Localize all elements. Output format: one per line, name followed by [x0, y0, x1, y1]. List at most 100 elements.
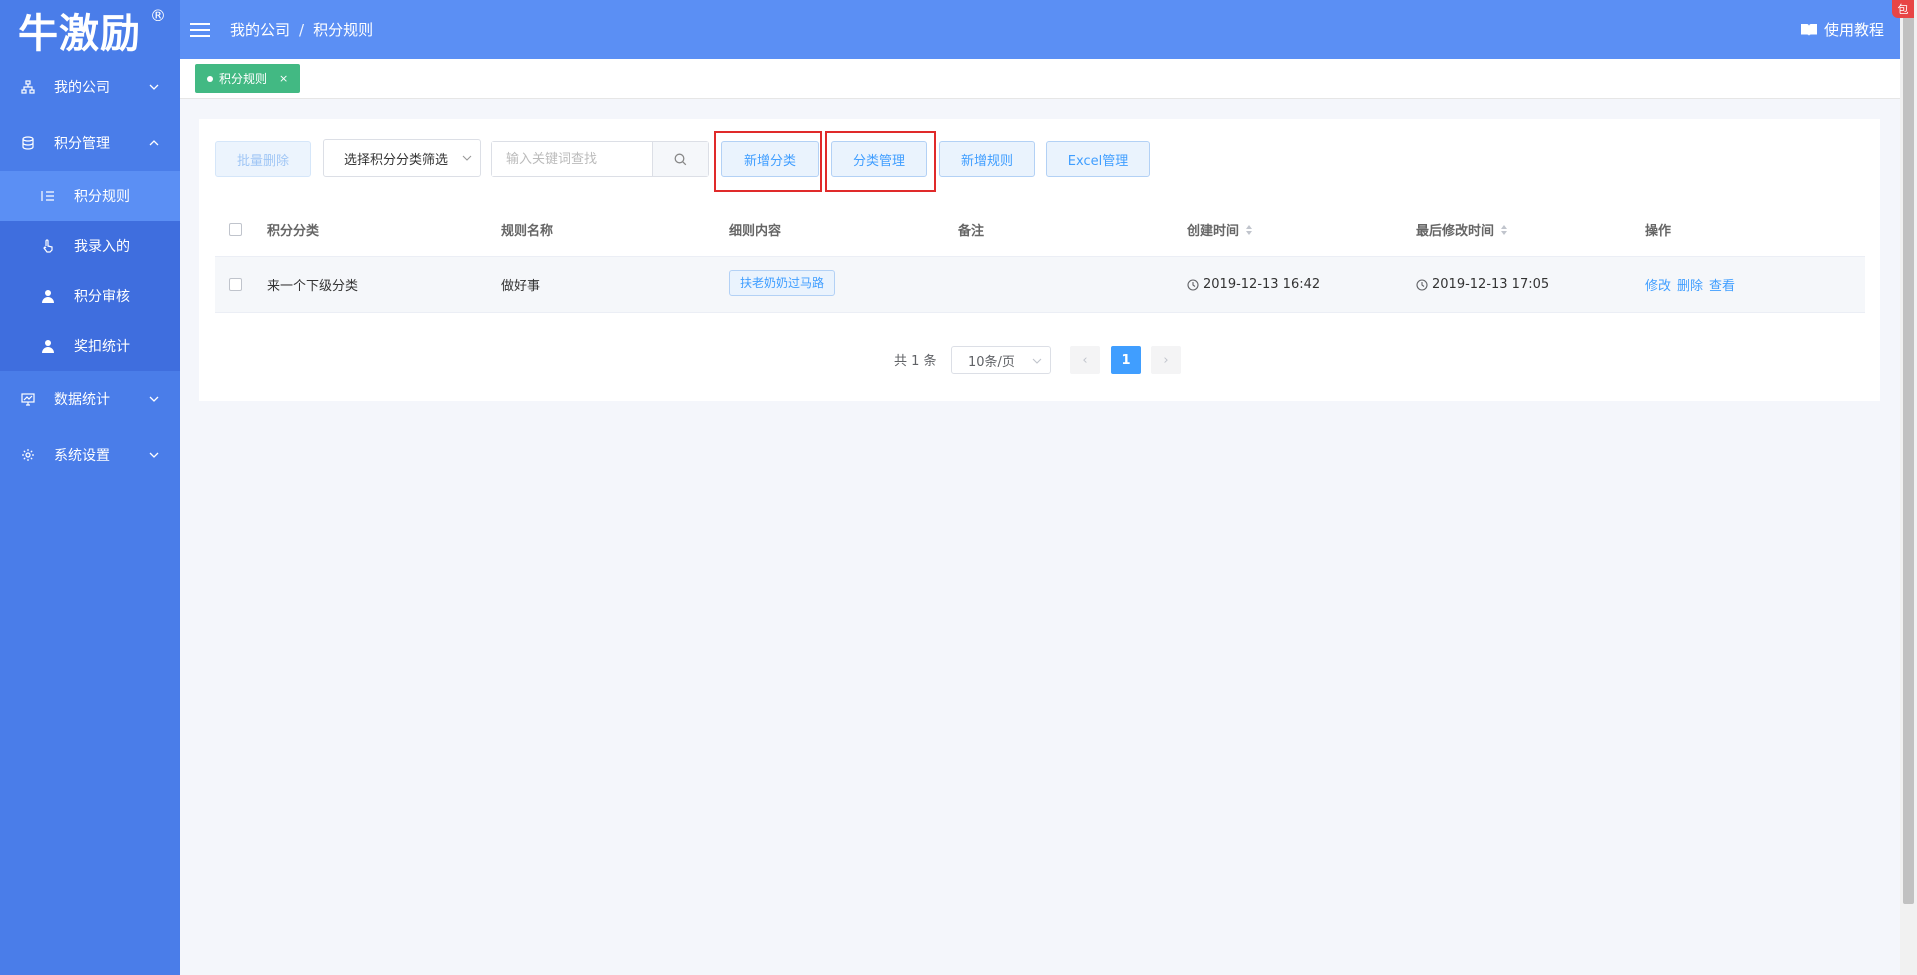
table-header: 积分分类 规则名称 细则内容 备注 创建时间 最后修改时间 操作	[215, 203, 1865, 257]
sidebar-item-label: 积分管理	[54, 136, 110, 152]
close-icon[interactable]: ×	[279, 72, 288, 85]
active-dot-icon	[207, 75, 213, 82]
org-chart-icon	[20, 79, 36, 95]
sidebar-item-data-stats[interactable]: 数据统计	[0, 371, 180, 427]
sidebar-item-label: 积分规则	[74, 189, 130, 205]
column-header-label: 创建时间	[1187, 224, 1240, 239]
search-icon	[674, 153, 687, 165]
sidebar-item-label: 我录入的	[74, 239, 130, 255]
sidebar-item-reward-stats[interactable]: 奖扣统计	[0, 321, 180, 371]
logo-text: 牛激励	[18, 10, 141, 57]
chevron-down-icon	[462, 155, 472, 161]
hamburger-menu-icon[interactable]	[190, 22, 210, 38]
pagination-total: 共 1 条	[894, 353, 937, 369]
sidebar-item-points-review[interactable]: 积分审核	[0, 271, 180, 321]
database-icon	[20, 135, 36, 151]
detail-tag: 扶老奶奶过马路	[729, 269, 836, 296]
column-header-created-sortable[interactable]: 创建时间	[1187, 203, 1253, 256]
breadcrumb-separator: /	[299, 20, 305, 39]
brand-logo: 牛激励 ®	[0, 0, 180, 59]
tab-bar: 积分规则 ×	[180, 59, 1900, 99]
scrollbar-thumb[interactable]	[1903, 14, 1914, 904]
breadcrumb-item-current: 积分规则	[313, 21, 374, 39]
tab-points-rules[interactable]: 积分规则 ×	[195, 64, 301, 93]
cell-detail: 扶老奶奶过马路	[729, 257, 836, 312]
excel-manage-button[interactable]: Excel管理	[1046, 141, 1150, 177]
table-row[interactable]: 来一个下级分类 做好事 扶老奶奶过马路 2019-12-13 16:42 201…	[215, 257, 1865, 313]
points-submenu: 积分规则 我录入的 积分审核 奖扣统计	[0, 171, 180, 371]
view-link[interactable]: 查看	[1709, 275, 1735, 294]
list-icon	[40, 188, 56, 204]
rules-table: 积分分类 规则名称 细则内容 备注 创建时间 最后修改时间 操作 来一个下级分类…	[215, 203, 1865, 313]
chevron-down-icon	[149, 84, 159, 90]
sidebar-item-points-rules[interactable]: 积分规则	[0, 171, 180, 221]
clock-icon	[1187, 278, 1199, 291]
cell-actions: 修改 删除 查看	[1645, 257, 1741, 312]
chevron-down-icon	[149, 452, 159, 458]
column-header-modified-sortable[interactable]: 最后修改时间	[1416, 203, 1508, 256]
next-page-button[interactable]: ›	[1151, 346, 1181, 374]
page-size-select[interactable]: 10条/页	[951, 346, 1051, 374]
breadcrumb: 我的公司 / 积分规则	[230, 19, 373, 40]
user-icon	[40, 288, 56, 304]
sidebar-item-my-entries[interactable]: 我录入的	[0, 221, 180, 271]
category-filter-value: 选择积分分类筛选	[344, 152, 449, 168]
chevron-up-icon	[149, 140, 159, 146]
tutorial-label: 使用教程	[1823, 21, 1884, 39]
sidebar-item-label: 系统设置	[54, 448, 110, 464]
cell-rule-name: 做好事	[501, 279, 541, 294]
chevron-down-icon	[149, 396, 159, 402]
user-icon	[40, 338, 56, 354]
row-checkbox[interactable]	[229, 257, 242, 312]
chevron-down-icon	[1032, 358, 1042, 364]
sort-icon[interactable]	[1245, 224, 1253, 236]
tutorial-link[interactable]: 使用教程	[1800, 0, 1884, 59]
sidebar-item-points-management[interactable]: 积分管理	[0, 115, 180, 171]
sort-icon[interactable]	[1500, 224, 1508, 236]
cell-created: 2019-12-13 16:42	[1187, 257, 1320, 312]
prev-page-button[interactable]: ‹	[1070, 346, 1100, 374]
breadcrumb-item[interactable]: 我的公司	[230, 19, 290, 40]
column-header: 积分分类	[267, 224, 320, 239]
monitor-chart-icon	[20, 391, 36, 407]
sidebar-item-system-settings[interactable]: 系统设置	[0, 427, 180, 483]
registered-mark: ®	[150, 6, 167, 25]
category-filter-select[interactable]: 选择积分分类筛选	[323, 139, 481, 177]
column-header-label: 最后修改时间	[1416, 224, 1495, 239]
top-header: 我的公司 / 积分规则 使用教程	[180, 0, 1900, 59]
batch-delete-button[interactable]: 批量删除	[215, 141, 311, 177]
sidebar-item-label: 数据统计	[54, 392, 110, 408]
corner-badge[interactable]: 包	[1892, 0, 1914, 18]
cell-modified: 2019-12-13 17:05	[1416, 257, 1549, 312]
column-header: 细则内容	[729, 224, 782, 239]
created-time: 2019-12-13 16:42	[1203, 277, 1321, 292]
book-icon	[1800, 23, 1817, 36]
add-category-button[interactable]: 新增分类	[721, 141, 819, 177]
column-header: 规则名称	[501, 224, 554, 239]
modified-time: 2019-12-13 17:05	[1432, 277, 1550, 292]
sidebar: 牛激励 ® 我的公司 积分管理 积分规则 我录入的 积分审核 奖扣统计 数据统计…	[0, 0, 180, 975]
vertical-scrollbar[interactable]	[1900, 0, 1917, 975]
add-rule-button[interactable]: 新增规则	[939, 141, 1035, 177]
hand-pointer-icon	[40, 238, 56, 254]
column-header: 备注	[958, 224, 985, 239]
search-button[interactable]	[652, 142, 708, 176]
page-number-current[interactable]: 1	[1111, 346, 1141, 374]
tab-label: 积分规则	[219, 72, 268, 86]
edit-link[interactable]: 修改	[1645, 275, 1671, 294]
column-header: 操作	[1645, 224, 1672, 239]
gear-icon	[20, 447, 36, 463]
page-size-value: 10条/页	[968, 354, 1015, 370]
delete-link[interactable]: 删除	[1677, 275, 1703, 294]
sidebar-item-label: 奖扣统计	[74, 339, 130, 355]
sidebar-item-my-company[interactable]: 我的公司	[0, 59, 180, 115]
pagination: 共 1 条 10条/页 ‹ 1 ›	[199, 344, 1880, 374]
cell-category: 来一个下级分类	[267, 279, 359, 294]
sidebar-item-label: 我的公司	[54, 80, 110, 96]
select-all-checkbox[interactable]	[229, 203, 242, 256]
search-input[interactable]	[492, 142, 652, 176]
sidebar-item-label: 积分审核	[74, 289, 130, 305]
content-card: 批量删除 选择积分分类筛选 新增分类 分类管理 新增规则 Excel管理 积分分…	[199, 119, 1880, 401]
category-manage-button[interactable]: 分类管理	[831, 141, 927, 177]
clock-icon	[1416, 278, 1428, 291]
